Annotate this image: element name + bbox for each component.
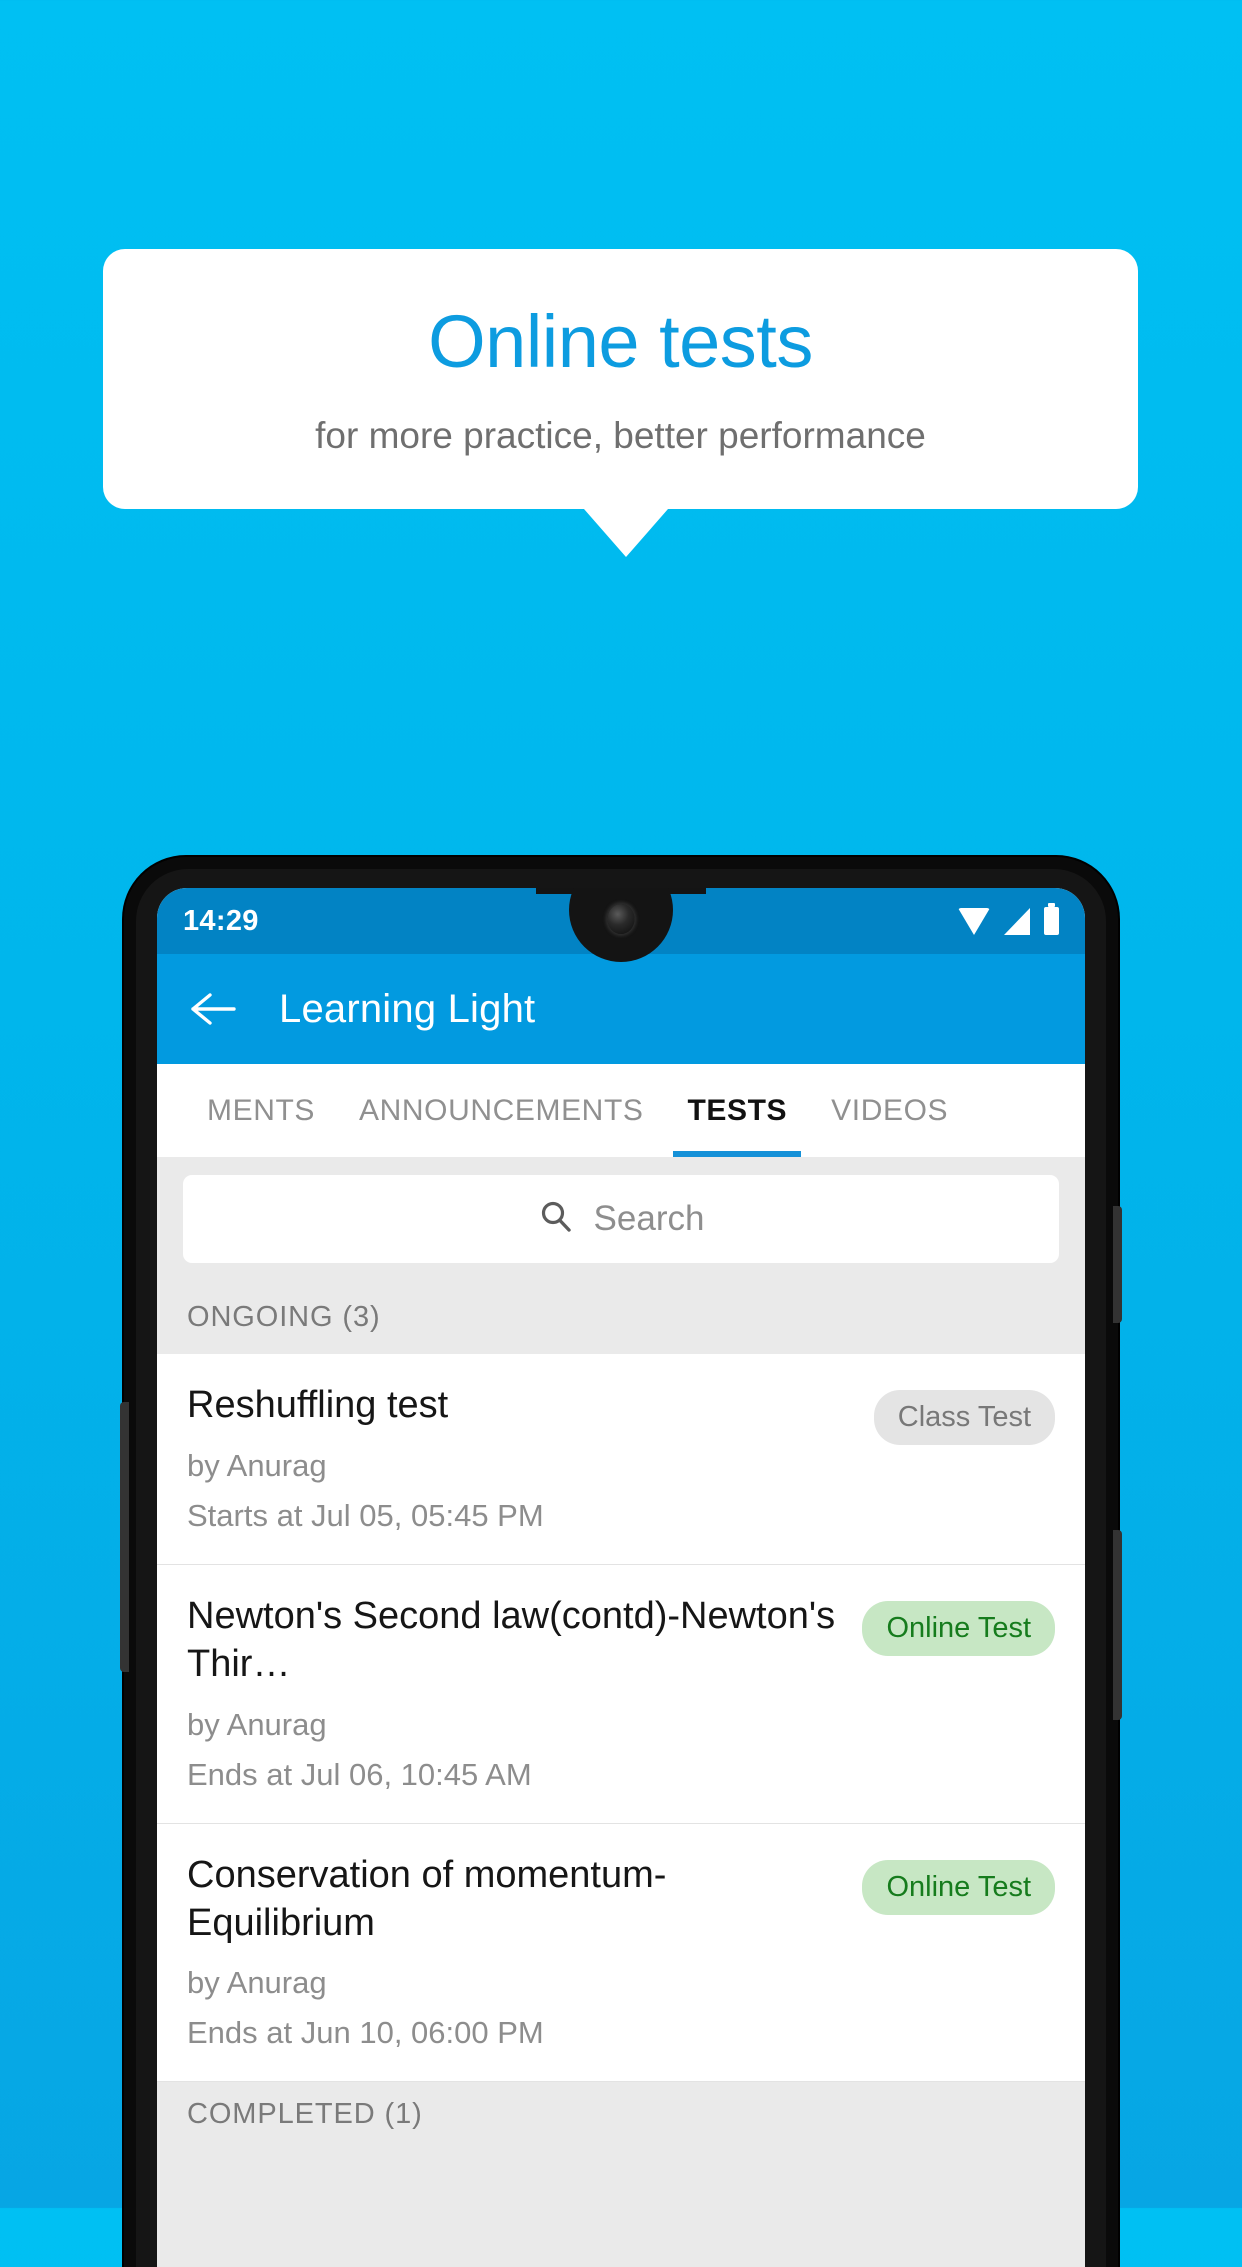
- test-type-badge: Online Test: [862, 1859, 1055, 1915]
- test-author: by Anurag: [187, 1447, 327, 1483]
- test-title: Reshuffling test: [187, 1384, 449, 1426]
- wifi-icon: [958, 907, 990, 935]
- test-item-content: Conservation of momentum-Equilibrium by …: [187, 1852, 848, 2052]
- notch-teardrop: [569, 888, 673, 962]
- promo-title: Online tests: [428, 300, 813, 383]
- front-camera-icon: [607, 904, 635, 934]
- promo-banner: Online tests for more practice, better p…: [103, 249, 1138, 558]
- tab-assignments[interactable]: MENTS: [185, 1064, 337, 1157]
- promo-bubble-tail: [583, 509, 668, 558]
- test-list-item[interactable]: Conservation of momentum-Equilibrium by …: [157, 1823, 1085, 2083]
- notch: [536, 888, 706, 962]
- test-author: by Anurag: [187, 1706, 327, 1742]
- search-bar[interactable]: Search: [183, 1175, 1059, 1263]
- test-item-content: Newton's Second law(contd)-Newton's Thir…: [187, 1593, 848, 1793]
- tab-bar: MENTS ANNOUNCEMENTS TESTS VIDEOS: [157, 1064, 1085, 1157]
- test-list-item[interactable]: Reshuffling test by Anurag Starts at Jul…: [157, 1354, 1085, 1565]
- power-button[interactable]: [1113, 1206, 1122, 1323]
- status-time: 14:29: [183, 904, 259, 937]
- test-author: by Anurag: [187, 1965, 327, 2001]
- section-header-completed: COMPLETED (1): [157, 2082, 1085, 2152]
- section-header-ongoing: ONGOING (3): [157, 1285, 1085, 1354]
- test-schedule: Starts at Jul 05, 05:45 PM: [187, 1497, 544, 1533]
- test-type-badge: Online Test: [862, 1600, 1055, 1656]
- tab-videos[interactable]: VIDEOS: [809, 1064, 970, 1157]
- tab-announcements[interactable]: ANNOUNCEMENTS: [337, 1064, 665, 1157]
- back-arrow-icon[interactable]: [189, 985, 237, 1033]
- app-bar-title: Learning Light: [279, 986, 536, 1031]
- tests-list: Search ONGOING (3) Reshuffling test by A…: [157, 1157, 1085, 2267]
- test-schedule: Ends at Jul 06, 10:45 AM: [187, 1756, 532, 1792]
- test-title: Conservation of momentum-Equilibrium: [187, 1853, 667, 1944]
- test-schedule: Ends at Jun 10, 06:00 PM: [187, 2015, 544, 2051]
- test-list-item[interactable]: Newton's Second law(contd)-Newton's Thir…: [157, 1564, 1085, 1824]
- test-type-badge: Class Test: [873, 1390, 1055, 1445]
- left-side-button[interactable]: [120, 1402, 129, 1672]
- tab-tests[interactable]: TESTS: [665, 1064, 809, 1157]
- notch-bar: [536, 888, 706, 894]
- status-bar: 14:29: [157, 888, 1085, 962]
- signal-icon: [1004, 907, 1030, 935]
- test-title: Newton's Second law(contd)-Newton's Thir…: [187, 1594, 836, 1685]
- test-item-content: Reshuffling test by Anurag Starts at Jul…: [187, 1382, 860, 1534]
- promo-card: Online tests for more practice, better p…: [103, 249, 1138, 510]
- status-icon-group: [958, 903, 1059, 935]
- phone-screen: 14:29 Learning Light MENTS ANNOUNCEMENTS…: [157, 888, 1085, 2267]
- search-zone: Search: [157, 1157, 1085, 1285]
- volume-button[interactable]: [1113, 1530, 1122, 1720]
- app-bar: Learning Light: [157, 954, 1085, 1064]
- promo-subtitle: for more practice, better performance: [315, 414, 926, 456]
- search-icon: [538, 1199, 574, 1240]
- search-input[interactable]: Search: [594, 1199, 705, 1239]
- phone-device-frame: 14:29 Learning Light MENTS ANNOUNCEMENTS…: [120, 857, 1122, 2267]
- battery-icon: [1044, 903, 1059, 935]
